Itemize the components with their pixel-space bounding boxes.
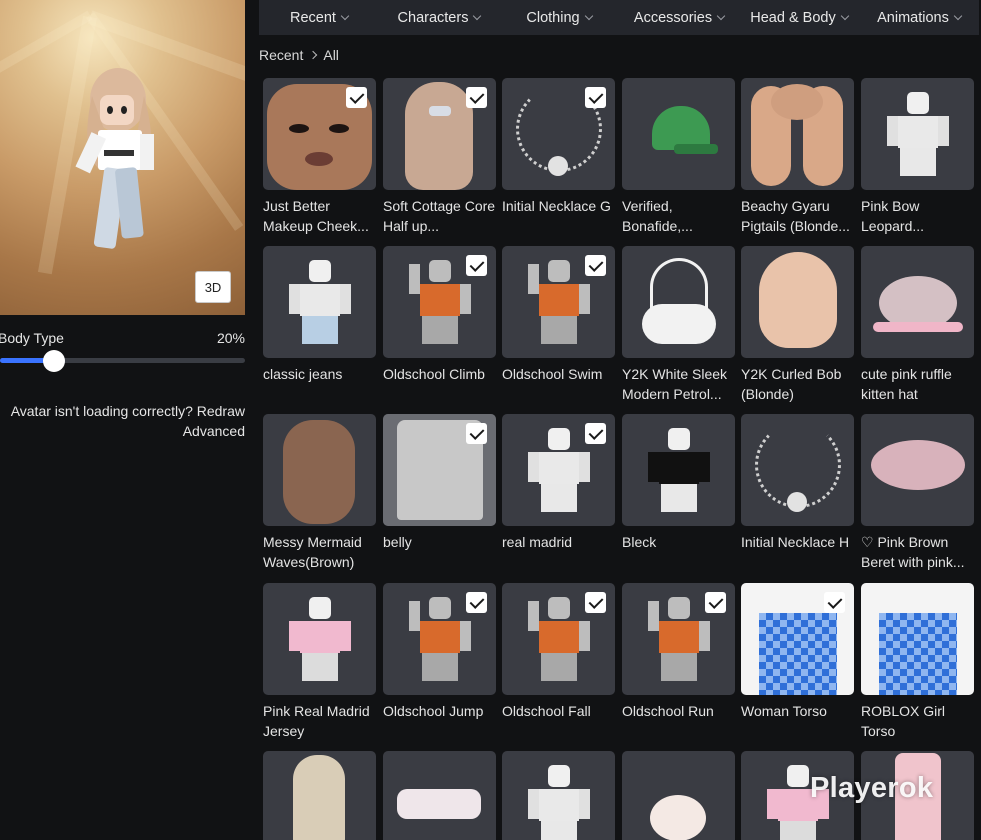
checkmark-icon[interactable]	[585, 87, 606, 108]
item-name: Woman Torso	[741, 703, 827, 719]
item-name: real madrid	[502, 534, 573, 550]
item-thumbnail[interactable]	[263, 414, 376, 526]
item-thumbnail[interactable]	[861, 583, 974, 695]
watermark: Playerok	[810, 772, 934, 804]
item-thumbnail[interactable]	[622, 751, 735, 840]
chevron-down-icon	[340, 11, 350, 21]
item-name: ROBLOX Girl Torso	[861, 703, 946, 739]
item-name: Messy Mermaid Waves(Brown)	[263, 534, 362, 570]
checkmark-icon[interactable]	[705, 592, 726, 613]
item-thumbnail[interactable]	[263, 583, 376, 695]
checkmark-icon[interactable]	[466, 592, 487, 613]
chevron-right-icon	[309, 50, 318, 60]
breadcrumb: Recent All	[259, 47, 339, 63]
body-type-label: Body Type	[0, 330, 64, 346]
item-thumbnail[interactable]	[263, 246, 376, 358]
item-name: cute pink ruffle kitten hat	[861, 366, 952, 402]
item-thumbnail[interactable]	[622, 78, 735, 190]
item-name: Y2K White Sleek Modern Petrol...	[622, 366, 728, 402]
body-type-row: Body Type 20%	[0, 330, 245, 348]
checkmark-icon[interactable]	[585, 255, 606, 276]
view-3d-button[interactable]: 3D	[195, 271, 231, 303]
checkmark-icon[interactable]	[466, 423, 487, 444]
breadcrumb-current: All	[323, 47, 339, 63]
item-thumbnail[interactable]	[622, 246, 735, 358]
tab-label: Animations	[877, 9, 949, 26]
item-name: Beachy Gyaru Pigtails (Blonde...	[741, 198, 850, 234]
redraw-notice: Avatar isn't loading correctly? Redraw A…	[0, 401, 245, 441]
tab-head-body[interactable]: Head & Body	[739, 0, 859, 35]
tab-label: Clothing	[526, 9, 580, 26]
checkmark-icon[interactable]	[585, 423, 606, 444]
redraw-link[interactable]: Avatar isn't loading correctly? Redraw	[0, 401, 245, 421]
item-name: Pink Real Madrid Jersey	[263, 703, 370, 739]
item-thumbnail[interactable]	[741, 246, 854, 358]
breadcrumb-root[interactable]: Recent	[259, 47, 303, 63]
chevron-down-icon	[953, 11, 963, 21]
item-thumbnail[interactable]	[741, 414, 854, 526]
advanced-link[interactable]: Advanced	[0, 421, 245, 441]
item-thumbnail[interactable]	[263, 751, 376, 840]
item-name: Initial Necklace H	[741, 534, 850, 550]
item-name: Pink Bow Leopard...	[861, 198, 925, 234]
body-type-slider[interactable]	[0, 350, 245, 372]
item-name: ♡ Pink Brown Beret with pink...	[861, 534, 965, 570]
tab-recent[interactable]: Recent	[259, 0, 379, 35]
slider-thumb[interactable]	[42, 350, 65, 372]
checkmark-icon[interactable]	[346, 87, 367, 108]
checkmark-icon[interactable]	[824, 592, 845, 613]
tab-animations[interactable]: Animations	[859, 0, 979, 35]
tab-accessories[interactable]: Accessories	[619, 0, 739, 35]
checkmark-icon[interactable]	[585, 592, 606, 613]
item-name: Y2K Curled Bob (Blonde)	[741, 366, 842, 402]
category-nav: Recent Characters Clothing Accessories H…	[259, 0, 979, 35]
item-thumbnail[interactable]	[622, 414, 735, 526]
item-thumbnail[interactable]	[861, 414, 974, 526]
item-name: Just Better Makeup Cheek...	[263, 198, 369, 234]
item-name: Oldschool Run	[622, 703, 714, 719]
item-name: Oldschool Swim	[502, 366, 603, 382]
tab-characters[interactable]: Characters	[379, 0, 499, 35]
item-thumbnail[interactable]	[861, 246, 974, 358]
tab-label: Accessories	[633, 9, 713, 26]
item-name: classic jeans	[263, 366, 343, 382]
item-name: Soft Cottage Core Half up...	[383, 198, 496, 234]
item-name: Verified, Bonafide,...	[622, 198, 693, 234]
chevron-down-icon	[584, 11, 593, 21]
chevron-down-icon	[473, 11, 482, 21]
avatar-figure	[75, 68, 154, 249]
item-name: Bleck	[622, 534, 657, 550]
item-thumbnail[interactable]	[383, 751, 496, 840]
item-name: Oldschool Fall	[502, 703, 591, 719]
tab-clothing[interactable]: Clothing	[499, 0, 619, 35]
checkmark-icon[interactable]	[466, 87, 487, 108]
item-thumbnail[interactable]	[861, 78, 974, 190]
item-name: belly	[383, 534, 412, 550]
item-name: Oldschool Jump	[383, 703, 484, 719]
item-thumbnail[interactable]	[741, 78, 854, 190]
avatar-preview[interactable]: 3D	[0, 0, 245, 315]
checkmark-icon[interactable]	[466, 255, 487, 276]
tab-label: Head & Body	[750, 9, 836, 26]
chevron-down-icon	[840, 11, 849, 21]
avatar-panel: 3D Body Type 20% Avatar isn't loading co…	[0, 0, 245, 840]
tab-label: Characters	[397, 9, 469, 26]
body-type-value: 20%	[216, 330, 245, 346]
item-name: Initial Necklace G	[502, 198, 611, 214]
item-thumbnail[interactable]	[502, 751, 615, 840]
chevron-down-icon	[716, 11, 726, 21]
tab-label: Recent	[290, 9, 336, 26]
item-name: Oldschool Climb	[383, 366, 485, 382]
